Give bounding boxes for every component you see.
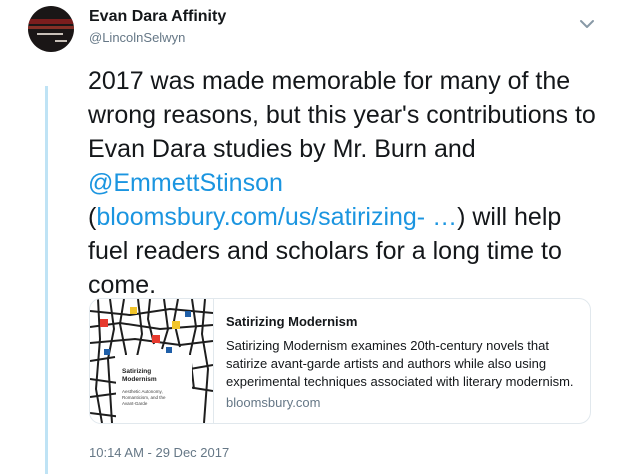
cover-subtitle: Romanticism, and the [122,395,166,400]
cover-title: Modernism [122,376,157,383]
book-cover-thumbnail: Satirizing Modernism Aesthetic Autonomy,… [90,299,214,423]
user-handle[interactable]: @LincolnSelwyn [89,30,185,45]
card-title[interactable]: Satirizing Modernism [226,313,582,331]
avatar[interactable] [28,6,74,52]
cover-subtitle: Aesthetic Autonomy, [122,389,163,394]
tweet-text: 2017 was made memorable for many of the … [88,64,608,302]
card-description: Satirizing Modernism examines 20th-centu… [226,338,574,389]
thread-line [45,86,48,474]
url-link[interactable]: bloomsbury.com/us/satirizing- … [96,203,457,231]
timestamp[interactable]: 10:14 AM - 29 Dec 2017 [89,445,229,460]
mention-link[interactable]: @EmmettStinson [88,169,283,197]
cover-title: Satirizing [122,368,151,375]
card-domain: bloomsbury.com [226,395,321,410]
link-preview-card[interactable]: Satirizing Modernism Aesthetic Autonomy,… [89,298,591,424]
card-body: Satirizing Modernism Satirizing Modernis… [226,313,582,412]
tweet-text-part: 2017 was made memorable for many of the … [88,67,596,163]
chevron-down-icon[interactable] [578,17,596,31]
cover-subtitle: Avant-Garde [122,401,148,406]
display-name[interactable]: Evan Dara Affinity [89,8,226,26]
